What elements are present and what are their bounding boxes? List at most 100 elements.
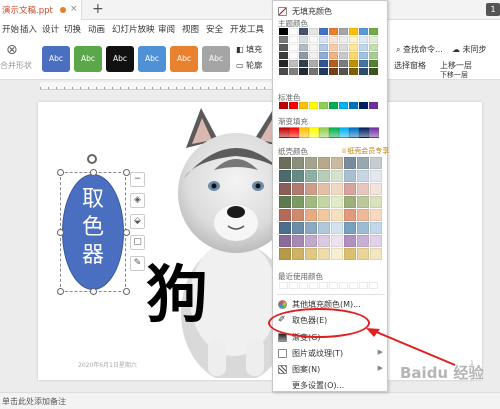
recent-color-swatch[interactable] [279, 282, 288, 289]
theme-color-swatch[interactable] [309, 28, 318, 35]
theme-color-swatch[interactable] [319, 52, 328, 59]
theme-color-swatch[interactable] [299, 28, 308, 35]
stationery-color-swatch[interactable] [370, 248, 382, 260]
standard-color-swatch[interactable] [289, 102, 298, 109]
gradient-fill-swatch[interactable] [289, 127, 299, 138]
dog-character-text[interactable]: 狗 [146, 260, 208, 330]
theme-color-swatch[interactable] [279, 44, 288, 51]
theme-color-swatch[interactable] [349, 60, 358, 67]
stationery-color-swatch[interactable] [318, 196, 330, 208]
menu-transition[interactable]: 切换 [64, 23, 81, 35]
stationery-color-swatch[interactable] [292, 183, 304, 195]
stationery-color-swatch[interactable] [370, 183, 382, 195]
stationery-color-swatch[interactable] [279, 170, 291, 182]
standard-color-swatch[interactable] [319, 102, 328, 109]
outline-square-icon[interactable]: ▢ [130, 235, 145, 250]
stationery-color-swatch[interactable] [292, 170, 304, 182]
theme-color-swatch[interactable] [279, 28, 288, 35]
theme-color-swatch[interactable] [309, 36, 318, 43]
gradient-fill-swatch[interactable] [319, 127, 329, 138]
theme-color-swatch[interactable] [369, 52, 378, 59]
stationery-color-swatch[interactable] [344, 222, 356, 234]
resize-handle-bottom[interactable] [90, 288, 97, 295]
theme-color-swatch[interactable] [369, 44, 378, 51]
theme-color-swatch[interactable] [309, 60, 318, 67]
standard-color-swatch[interactable] [329, 102, 338, 109]
theme-color-swatch[interactable] [289, 52, 298, 59]
theme-color-swatch[interactable] [369, 36, 378, 43]
outline-button[interactable]: ▭ 轮廓 [236, 60, 262, 71]
theme-color-swatch[interactable] [349, 44, 358, 51]
theme-color-swatch[interactable] [339, 28, 348, 35]
standard-color-swatch[interactable] [349, 102, 358, 109]
send-backward-button[interactable]: 下移一层 [440, 70, 468, 80]
theme-color-swatch[interactable] [329, 36, 338, 43]
stationery-color-swatch[interactable] [292, 222, 304, 234]
pen-icon[interactable]: ✎ [130, 256, 145, 271]
stationery-color-swatch[interactable] [292, 196, 304, 208]
stationery-color-swatch[interactable] [279, 248, 291, 260]
resize-handle-left[interactable] [57, 229, 64, 236]
menu-start[interactable]: 开始 [2, 23, 19, 35]
stationery-color-swatch[interactable] [357, 170, 369, 182]
rotate-handle-icon[interactable] [87, 154, 97, 164]
resize-handle-top-left[interactable] [57, 169, 64, 176]
stationery-color-swatch[interactable] [344, 196, 356, 208]
stationery-color-swatch[interactable] [370, 157, 382, 169]
theme-color-swatch[interactable] [309, 52, 318, 59]
theme-color-swatch[interactable] [329, 44, 338, 51]
menu-review[interactable]: 审阅 [158, 23, 175, 35]
stationery-color-swatch[interactable] [279, 157, 291, 169]
stationery-color-swatch[interactable] [305, 222, 317, 234]
stationery-color-swatch[interactable] [357, 183, 369, 195]
theme-color-swatch[interactable] [329, 28, 338, 35]
recent-color-swatch[interactable] [309, 282, 318, 289]
no-fill-option[interactable]: 无填充颜色 [273, 4, 389, 19]
stationery-color-swatch[interactable] [370, 235, 382, 247]
stationery-color-swatch[interactable] [370, 222, 382, 234]
stationery-color-swatch[interactable] [370, 209, 382, 221]
tab-close-icon[interactable]: × [70, 4, 78, 14]
stationery-color-swatch[interactable] [331, 170, 343, 182]
recent-color-swatch[interactable] [339, 282, 348, 289]
theme-color-swatch[interactable] [339, 36, 348, 43]
recent-color-swatch[interactable] [299, 282, 308, 289]
theme-color-swatch[interactable] [349, 36, 358, 43]
stationery-color-swatch[interactable] [331, 222, 343, 234]
theme-color-swatch[interactable] [339, 68, 348, 75]
collapse-icon[interactable]: − [130, 172, 145, 187]
search-command[interactable]: ⌕ 查找命令... [396, 44, 443, 55]
gradient-fill-swatch[interactable] [299, 127, 309, 138]
theme-color-swatch[interactable] [289, 36, 298, 43]
theme-color-swatch[interactable] [319, 44, 328, 51]
stationery-color-swatch[interactable] [279, 235, 291, 247]
theme-color-swatch[interactable] [359, 28, 368, 35]
gradient-fill-swatch[interactable] [329, 127, 339, 138]
new-tab-button[interactable]: + [92, 1, 104, 17]
stationery-color-swatch[interactable] [331, 196, 343, 208]
theme-color-swatch[interactable] [299, 44, 308, 51]
theme-color-swatch[interactable] [319, 28, 328, 35]
stationery-color-swatch[interactable] [344, 183, 356, 195]
stationery-color-swatch[interactable] [331, 248, 343, 260]
stationery-color-swatch[interactable] [357, 222, 369, 234]
stationery-color-swatch[interactable] [357, 209, 369, 221]
shape-style-6[interactable]: Abc [202, 46, 230, 72]
recent-color-swatch[interactable] [319, 282, 328, 289]
standard-color-swatch[interactable] [309, 102, 318, 109]
stationery-color-swatch[interactable] [279, 183, 291, 195]
gradient-fill-swatch[interactable] [359, 127, 369, 138]
notes-placeholder[interactable]: 单击此处添加备注 [2, 396, 66, 407]
stationery-color-swatch[interactable] [292, 209, 304, 221]
theme-color-swatch[interactable] [329, 68, 338, 75]
stationery-color-swatch[interactable] [331, 183, 343, 195]
stationery-color-swatch[interactable] [318, 183, 330, 195]
stationery-color-swatch[interactable] [344, 248, 356, 260]
recent-color-swatch[interactable] [359, 282, 368, 289]
shape-style-5[interactable]: Abc [170, 46, 198, 72]
theme-color-swatch[interactable] [359, 36, 368, 43]
merge-shapes-label[interactable]: 合并形状 [0, 60, 32, 71]
shape-style-4[interactable]: Abc [138, 46, 166, 72]
resize-handle-top-right[interactable] [123, 169, 130, 176]
gradient-fill-swatch[interactable] [309, 127, 319, 138]
